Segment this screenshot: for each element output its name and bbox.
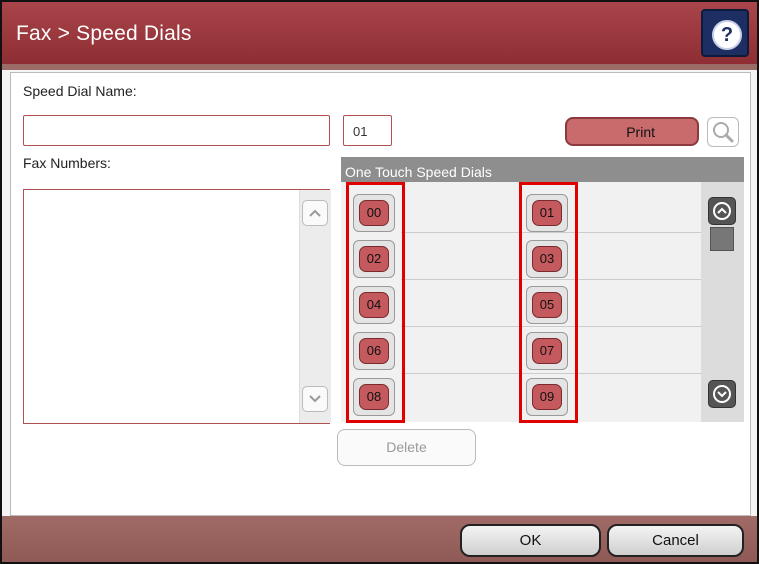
fax-scroll-down-button[interactable]	[302, 386, 328, 412]
speed-dials-scrollbar[interactable]	[701, 182, 744, 422]
speed-dials-window: Fax > Speed Dials ? Speed Dial Name: 01 …	[0, 0, 759, 564]
fax-numbers-list[interactable]	[23, 189, 331, 424]
chevron-down-icon	[309, 395, 321, 403]
cancel-button[interactable]: Cancel	[607, 524, 744, 557]
fax-list-scrollbar[interactable]	[299, 190, 331, 423]
speed-dial-number-field[interactable]: 01	[343, 115, 392, 146]
one-touch-speed-dials-header: One Touch Speed Dials	[341, 157, 744, 182]
ok-button[interactable]: OK	[460, 524, 601, 557]
highlight-box-right	[519, 182, 578, 423]
speed-dials-scroll-down-button[interactable]	[708, 380, 736, 408]
help-icon: ?	[712, 20, 742, 50]
content-panel: Speed Dial Name: 01 Print Fax Numbers: O…	[10, 72, 751, 516]
chevron-down-icon	[713, 385, 731, 403]
magnifier-icon	[713, 122, 734, 143]
highlight-box-left	[346, 182, 405, 423]
fax-scroll-up-button[interactable]	[302, 200, 328, 226]
speed-dials-scroll-up-button[interactable]	[708, 197, 736, 225]
chevron-up-icon	[713, 202, 731, 220]
speed-dial-name-label: Speed Dial Name:	[23, 83, 137, 99]
search-button[interactable]	[707, 117, 739, 147]
delete-button[interactable]: Delete	[337, 429, 476, 466]
speed-dials-scroll-thumb[interactable]	[710, 227, 734, 251]
one-touch-speed-dials-panel: 00 02 04 06 08 01 03 05 07 09	[341, 182, 744, 423]
bottom-bar: OK Cancel	[2, 516, 757, 562]
title-bar: Fax > Speed Dials ?	[2, 2, 757, 70]
help-button[interactable]: ?	[701, 9, 749, 57]
chevron-up-icon	[309, 209, 321, 217]
fax-numbers-label: Fax Numbers:	[23, 155, 111, 171]
print-button[interactable]: Print	[565, 117, 699, 146]
page-title: Fax > Speed Dials	[16, 22, 192, 45]
speed-dial-name-input[interactable]	[23, 115, 330, 146]
